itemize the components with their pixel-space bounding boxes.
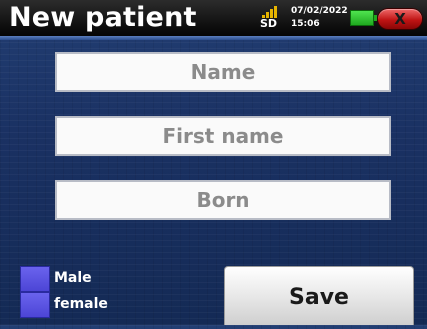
male-label: Male xyxy=(54,270,92,286)
male-checkbox[interactable] xyxy=(20,266,50,292)
date-readout: 07/02/2022 xyxy=(291,6,348,16)
save-button[interactable]: Save xyxy=(224,266,414,325)
close-x-icon: X xyxy=(394,10,406,28)
battery-icon xyxy=(350,10,377,26)
born-field[interactable]: Born xyxy=(55,180,391,220)
time-readout: 15:06 xyxy=(291,19,320,29)
female-label: female xyxy=(54,296,108,312)
sd-card-label: SD xyxy=(260,17,278,30)
name-field[interactable]: Name xyxy=(55,52,391,92)
first-name-field[interactable]: First name xyxy=(55,116,391,156)
title-bar: New patient SD 07/02/2022 15:06 X xyxy=(0,0,427,40)
page-title: New patient xyxy=(9,2,197,33)
close-button[interactable]: X xyxy=(378,9,422,29)
title-underline xyxy=(0,36,427,40)
female-checkbox[interactable] xyxy=(20,292,50,318)
